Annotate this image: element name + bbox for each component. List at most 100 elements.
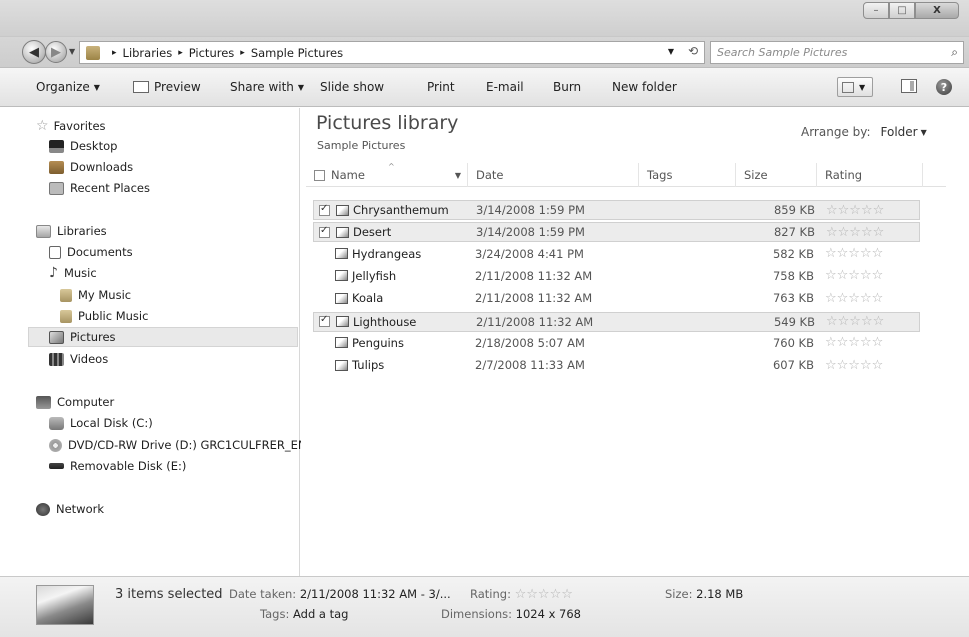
preview-button[interactable]: Preview [133,80,201,94]
downloads-icon [49,160,64,174]
column-name[interactable]: Name ^ ▼ [306,162,468,187]
rating-stars[interactable]: ☆☆☆☆☆ [825,289,883,307]
file-row[interactable]: Lighthouse 2/11/2008 11:32 AM 549 KB ☆☆☆☆☆ [313,311,920,332]
file-name-cell[interactable]: Chrysanthemum [319,201,449,219]
maximize-button[interactable]: □ [889,2,915,19]
search-input[interactable]: Search Sample Pictures ⌕ [710,41,964,64]
select-all-checkbox[interactable] [314,169,325,181]
desktop-icon [49,139,64,153]
nav-music[interactable]: ♪ Music [49,263,97,283]
search-icon[interactable]: ⌕ [951,45,958,60]
row-checkbox[interactable] [319,225,330,238]
file-name: Lighthouse [353,314,417,329]
file-date: 2/11/2008 11:32 AM [475,291,593,306]
file-row[interactable]: Desert 3/14/2008 1:59 PM 827 KB ☆☆☆☆☆ [313,222,920,243]
breadcrumb-separator[interactable]: ▸ [178,48,183,58]
organize-button[interactable]: Organize ▼ [36,80,100,94]
breadcrumb-pictures[interactable]: Pictures [189,46,235,60]
nav-removable-disk[interactable]: Removable Disk (E:) [49,456,186,476]
back-button[interactable]: ◀ [22,40,46,64]
nav-downloads[interactable]: Downloads [49,157,133,177]
rating-stars[interactable]: ☆☆☆☆☆ [825,267,883,285]
nav-videos[interactable]: Videos [49,349,108,369]
recent-pages-dropdown[interactable]: ▼ [69,47,75,56]
back-arrow-icon: ◀ [29,44,39,60]
file-name-cell[interactable]: Hydrangeas [318,245,421,263]
column-rating[interactable]: Rating [817,163,923,187]
slide-show-button[interactable]: Slide show [320,80,384,94]
chevron-down-icon[interactable]: ▼ [455,171,461,180]
nav-libraries[interactable]: Libraries [36,221,107,241]
command-toolbar: Organize ▼ Preview Share with ▼ Slide show… [0,67,969,107]
row-checkbox[interactable] [319,203,330,216]
breadcrumb-sample-pictures[interactable]: Sample Pictures [251,46,343,60]
column-tags[interactable]: Tags [639,163,736,187]
new-folder-button[interactable]: New folder [612,80,677,94]
preview-label: Preview [154,80,201,94]
breadcrumb-separator[interactable]: ▸ [112,48,117,58]
close-button[interactable]: X [915,2,959,19]
file-name-cell[interactable]: Lighthouse [319,313,416,331]
nav-local-disk[interactable]: Local Disk (C:) [49,413,153,433]
file-row[interactable]: Tulips 2/7/2008 11:33 AM 607 KB ☆☆☆☆☆ [313,356,920,376]
nav-pictures[interactable]: Pictures [28,327,298,347]
nav-documents[interactable]: Documents [49,242,133,262]
file-name-cell[interactable]: Desert [319,223,391,241]
nav-label: Documents [67,245,133,259]
breadcrumb-separator[interactable]: ▸ [240,48,245,58]
file-date: 2/18/2008 5:07 AM [475,335,585,350]
file-row[interactable]: Jellyfish 2/11/2008 11:32 AM 758 KB ☆☆☆☆☆ [313,267,920,287]
refresh-icon[interactable]: ⟲ [688,44,698,58]
print-button[interactable]: Print [427,80,455,94]
file-name-cell[interactable]: Jellyfish [318,267,396,285]
minimize-button[interactable]: – [863,2,889,19]
file-name-cell[interactable]: Koala [318,289,383,307]
column-date[interactable]: Date [468,163,639,187]
rating-stars[interactable]: ☆☆☆☆☆ [826,313,884,331]
email-button[interactable]: E-mail [486,80,524,94]
add-tag-field[interactable]: Add a tag [293,607,348,621]
address-row: ◀ ▶ ▼ ▸ Libraries ▸ Pictures ▸ Sample Pi… [0,37,969,67]
nav-label: Pictures [70,330,116,344]
file-size: 582 KB [772,246,814,261]
chevron-down-icon: ▼ [920,128,927,137]
address-bar[interactable]: ▸ Libraries ▸ Pictures ▸ Sample Pictures… [79,41,705,64]
nav-dvd-drive[interactable]: DVD/CD-RW Drive (D:) GRC1CULFRER_EN_ [49,435,312,455]
nav-label: Videos [70,352,109,366]
nav-network[interactable]: Network [36,499,104,519]
address-history-dropdown[interactable]: ▼ [668,47,674,56]
arrange-by-dropdown[interactable]: Folder ▼ [881,125,927,139]
file-row[interactable]: Penguins 2/18/2008 5:07 AM 760 KB ☆☆☆☆☆ [313,334,920,354]
rating-stars[interactable]: ☆☆☆☆☆ [825,245,883,263]
preview-pane-button[interactable] [901,79,917,93]
rating-stars[interactable]: ☆☆☆☆☆ [826,223,884,241]
file-name-cell[interactable]: Tulips [318,356,384,374]
nav-my-music[interactable]: My Music [60,285,131,305]
file-date: 2/11/2008 11:32 AM [475,268,593,283]
file-row[interactable]: Chrysanthemum 3/14/2008 1:59 PM 859 KB ☆☆☆☆… [313,200,920,220]
nav-favorites[interactable]: ☆ Favorites [36,116,106,136]
nav-public-music[interactable]: Public Music [60,306,148,326]
file-row[interactable]: Hydrangeas 3/24/2008 4:41 PM 582 KB ☆☆☆☆☆ [313,245,920,265]
date-taken-value[interactable]: 2/11/2008 11:32 AM - 3/... [300,587,451,601]
rating-stars[interactable]: ☆☆☆☆☆ [515,587,573,602]
nav-label: Favorites [53,119,106,133]
file-name-cell[interactable]: Penguins [318,334,404,352]
column-size[interactable]: Size [736,163,817,187]
share-with-button[interactable]: Share with ▼ [230,80,304,94]
rating-label: Rating: [470,587,511,601]
row-checkbox[interactable] [319,314,330,327]
file-row[interactable]: Koala 2/11/2008 11:32 AM 763 KB ☆☆☆☆☆ [313,289,920,309]
rating-stars[interactable]: ☆☆☆☆☆ [825,356,883,374]
chevron-down-icon: ▼ [297,83,305,92]
breadcrumb-libraries[interactable]: Libraries [123,46,173,60]
change-view-button[interactable]: ▼ [837,77,873,97]
help-button[interactable]: ? [936,79,952,95]
rating-stars[interactable]: ☆☆☆☆☆ [826,201,884,219]
nav-recent-places[interactable]: Recent Places [49,178,150,198]
nav-computer[interactable]: Computer [36,392,114,412]
burn-button[interactable]: Burn [553,80,581,94]
rating-stars[interactable]: ☆☆☆☆☆ [825,334,883,352]
nav-desktop[interactable]: Desktop [49,136,117,156]
forward-button[interactable]: ▶ [45,41,67,63]
